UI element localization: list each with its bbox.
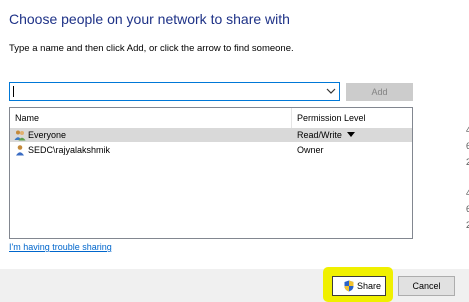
add-button[interactable]: Add [346,83,413,101]
row-permission: Owner [297,145,324,155]
chevron-down-icon[interactable] [326,86,336,96]
column-header-name[interactable]: Name [15,113,39,123]
list-header: Name Permission Level [10,108,412,129]
user-icon [16,145,24,156]
name-combobox[interactable] [9,82,340,101]
cancel-button[interactable]: Cancel [398,276,455,296]
column-header-permission[interactable]: Permission Level [297,113,366,123]
text-caret [13,86,14,97]
list-row-owner[interactable]: SEDC\rajyalakshmik Owner [10,143,412,157]
share-list: Name Permission Level Everyone Read/Writ… [9,107,413,239]
trouble-sharing-link[interactable]: I'm having trouble sharing [9,242,112,252]
uac-shield-icon [344,280,354,292]
permission-dropdown-arrow-icon[interactable] [347,132,355,138]
list-row-everyone[interactable]: Everyone Read/Write [10,128,412,142]
share-button[interactable]: Share [332,276,386,296]
instructions-text: Type a name and then click Add, or click… [9,43,294,54]
row-permission[interactable]: Read/Write [297,130,342,140]
share-button-label: Share [357,281,382,291]
row-name: SEDC\rajyalakshmik [28,145,111,155]
users-group-icon [14,130,26,141]
column-divider[interactable] [291,108,292,128]
row-name: Everyone [28,130,67,140]
dialog-title: Choose people on your network to share w… [9,11,290,27]
